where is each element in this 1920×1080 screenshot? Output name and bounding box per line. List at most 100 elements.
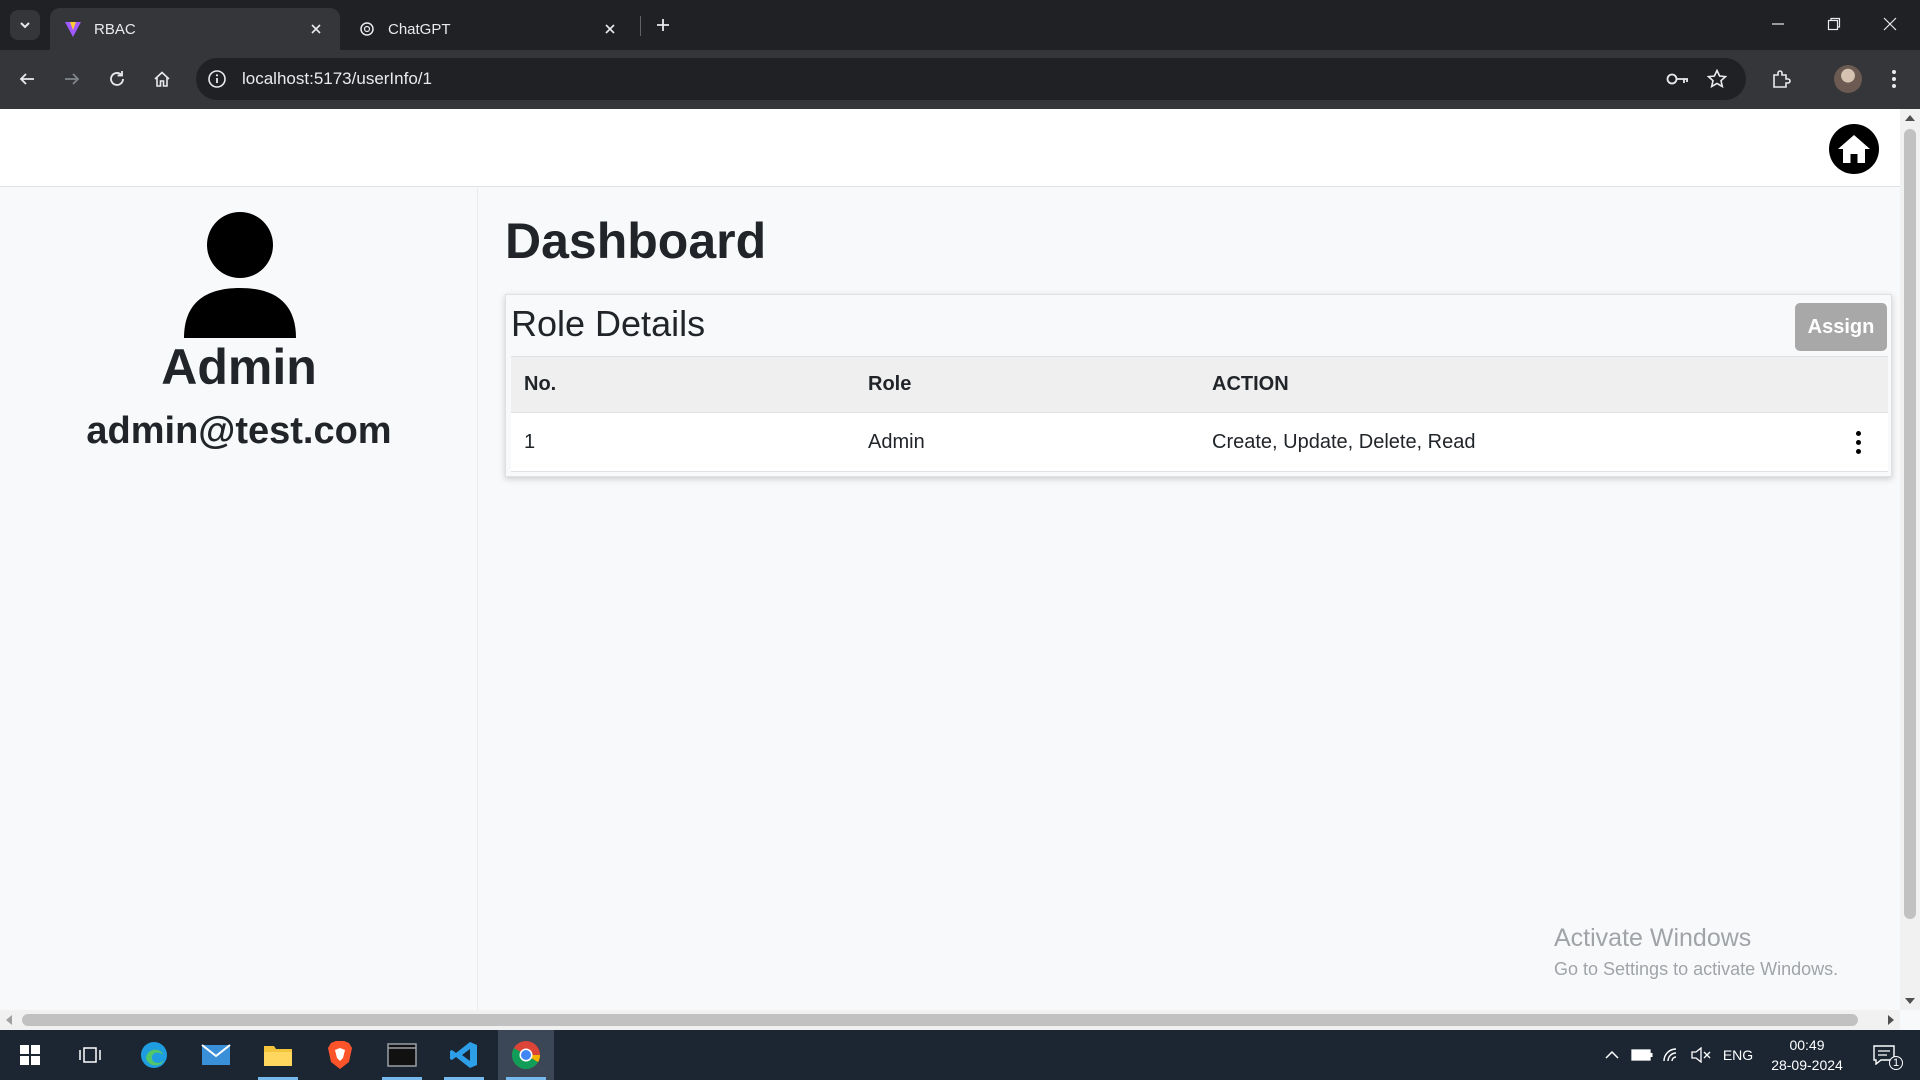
chevron-down-icon <box>20 22 30 29</box>
task-view-button[interactable] <box>62 1030 118 1080</box>
site-info-icon[interactable] <box>206 68 228 90</box>
battery-icon <box>1631 1049 1653 1061</box>
scroll-down-arrow[interactable] <box>1905 998 1915 1004</box>
user-name: Admin <box>161 339 317 395</box>
tab-title: ChatGPT <box>388 20 451 38</box>
notification-count: 1 <box>1889 1056 1903 1070</box>
web-page: Admin admin@test.com Dashboard Role Deta… <box>0 109 1900 1010</box>
terminal-icon <box>387 1043 417 1067</box>
browser-tab-strip: RBAC ChatGPT <box>0 0 1920 50</box>
taskbar-file-explorer[interactable] <box>250 1030 306 1080</box>
volume-tray[interactable] <box>1688 1030 1714 1080</box>
column-header-role: Role <box>855 356 1199 413</box>
main-content: Dashboard Role Details Assign No. Role A… <box>479 188 1900 1010</box>
home-icon <box>1838 135 1870 163</box>
windows-taskbar: ENG 00:49 28-09-2024 1 <box>0 1030 1920 1080</box>
column-header-action: ACTION <box>1199 356 1888 413</box>
notification-center-button[interactable]: 1 <box>1864 1030 1904 1080</box>
clock-date: 28-09-2024 <box>1771 1057 1843 1073</box>
close-icon[interactable] <box>306 19 326 39</box>
chatgpt-logo-icon <box>358 20 376 38</box>
assign-button[interactable]: Assign <box>1795 303 1887 351</box>
taskbar-chrome[interactable] <box>498 1030 554 1080</box>
puzzle-icon <box>1773 70 1791 88</box>
windows-logo-icon <box>20 1045 40 1065</box>
folder-icon <box>264 1046 292 1066</box>
browser-menu-button[interactable] <box>1880 67 1908 91</box>
taskbar-terminal[interactable] <box>374 1030 430 1080</box>
tab-search-button[interactable] <box>10 10 40 40</box>
minimize-icon <box>1772 23 1784 25</box>
vertical-scrollbar[interactable] <box>1900 109 1920 1010</box>
password-key-button[interactable] <box>1664 67 1692 91</box>
new-tab-button[interactable] <box>648 10 678 40</box>
language-indicator[interactable]: ENG <box>1718 1030 1758 1080</box>
bookmark-button[interactable] <box>1703 67 1731 91</box>
volume-muted-icon <box>1691 1047 1711 1063</box>
taskbar-edge[interactable] <box>126 1030 182 1080</box>
network-tray[interactable] <box>1658 1030 1686 1080</box>
vite-logo-icon <box>64 20 82 38</box>
reload-button[interactable] <box>100 62 134 96</box>
tab-rbac[interactable]: RBAC <box>50 8 340 50</box>
horizontal-scrollbar[interactable] <box>0 1010 1900 1030</box>
taskbar-clock[interactable]: 00:49 28-09-2024 <box>1762 1035 1852 1075</box>
edge-icon <box>141 1042 167 1068</box>
address-bar[interactable]: localhost:5173/userInfo/1 <box>196 58 1746 100</box>
vscode-icon <box>450 1042 477 1068</box>
brave-icon <box>328 1041 352 1069</box>
user-sidebar: Admin admin@test.com <box>0 188 478 1010</box>
scroll-right-arrow[interactable] <box>1888 1015 1894 1025</box>
close-window-button[interactable] <box>1862 0 1918 48</box>
taskbar-vscode[interactable] <box>436 1030 492 1080</box>
arrow-left-icon <box>19 73 34 85</box>
reload-icon <box>110 71 124 86</box>
user-profile-icon <box>184 212 296 338</box>
scroll-up-arrow[interactable] <box>1905 115 1915 121</box>
profile-avatar[interactable] <box>1834 65 1862 93</box>
start-button[interactable] <box>2 1030 58 1080</box>
extensions-button[interactable] <box>1767 67 1795 91</box>
more-vertical-icon-dot <box>1855 439 1861 445</box>
close-icon[interactable] <box>600 19 620 39</box>
home-button[interactable] <box>1829 124 1879 174</box>
url-text: localhost:5173/userInfo/1 <box>242 69 432 88</box>
close-icon <box>1883 17 1897 31</box>
wifi-icon <box>1663 1048 1677 1062</box>
roles-table: No. Role ACTION 1 Admin Create, Update, … <box>511 356 1888 472</box>
scroll-left-arrow[interactable] <box>6 1015 12 1025</box>
user-email: admin@test.com <box>86 410 392 452</box>
activate-windows-watermark: Activate Windows Go to Settings to activ… <box>1554 924 1838 980</box>
mail-icon <box>201 1044 231 1065</box>
restore-icon <box>1827 17 1841 31</box>
action-text: Create, Update, Delete, Read <box>1212 430 1476 453</box>
home-browser-button[interactable] <box>145 62 179 96</box>
restore-button[interactable] <box>1806 0 1862 48</box>
tray-overflow-button[interactable] <box>1600 1030 1624 1080</box>
taskbar-brave[interactable] <box>312 1030 368 1080</box>
battery-tray[interactable] <box>1628 1030 1656 1080</box>
cell-role: Admin <box>855 412 1199 472</box>
table-row: 1 Admin Create, Update, Delete, Read <box>511 412 1888 472</box>
page-title: Dashboard <box>505 213 767 269</box>
star-icon <box>1707 69 1727 89</box>
tab-chatgpt[interactable]: ChatGPT <box>344 8 634 50</box>
more-vertical-icon <box>1892 70 1896 88</box>
task-view-icon <box>79 1047 101 1063</box>
arrow-right-icon <box>65 73 80 85</box>
key-icon <box>1666 73 1688 85</box>
minimize-button[interactable] <box>1750 0 1806 48</box>
cell-no: 1 <box>511 412 855 472</box>
role-details-card: Role Details Assign No. Role ACTION 1 Ad… <box>505 294 1892 477</box>
back-button[interactable] <box>10 62 44 96</box>
plus-icon <box>657 19 669 31</box>
forward-button[interactable] <box>55 62 89 96</box>
clock-time: 00:49 <box>1789 1037 1825 1053</box>
row-menu-button[interactable] <box>1854 430 1862 454</box>
vertical-scroll-thumb[interactable] <box>1904 129 1916 919</box>
column-header-no: No. <box>511 356 855 413</box>
home-icon <box>154 71 170 87</box>
taskbar-mail[interactable] <box>188 1030 244 1080</box>
watermark-title: Activate Windows <box>1554 924 1752 952</box>
horizontal-scroll-thumb[interactable] <box>22 1014 1858 1026</box>
